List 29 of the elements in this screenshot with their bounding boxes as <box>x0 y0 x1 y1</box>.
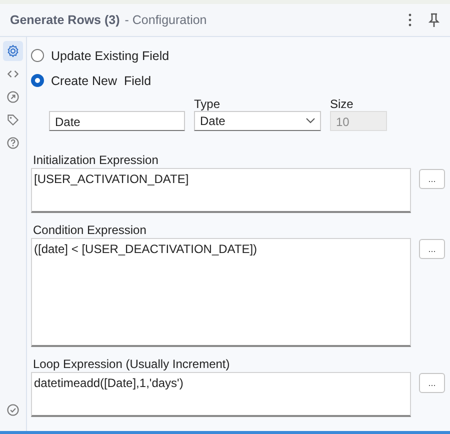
type-dropdown[interactable]: Date <box>194 111 321 131</box>
radio-button[interactable] <box>31 49 44 62</box>
size-input: 10 <box>330 111 387 131</box>
expression-field[interactable]: datetimeadd([Date],1,'days') <box>31 372 411 417</box>
size-label: Size <box>330 97 354 111</box>
expression-field[interactable]: [USER_ACTIVATION_DATE] <box>31 168 411 213</box>
arrow-circle-icon <box>6 90 20 104</box>
expression-editor-button[interactable]: ... <box>419 373 445 393</box>
panel-subtitle: - Configuration <box>124 13 207 27</box>
expression-label: Initialization Expression <box>33 153 160 166</box>
expression-editor-button[interactable]: ... <box>419 239 445 259</box>
radio-button[interactable] <box>31 74 44 87</box>
radio-label: Update Existing Field <box>51 48 170 62</box>
settings-icon <box>6 44 20 58</box>
field-name-input[interactable]: Date <box>49 111 185 131</box>
expression-label: Condition Expression <box>33 223 148 236</box>
expression-label: Loop Expression (Usually Increment) <box>33 357 231 370</box>
chevron-down-icon <box>306 118 315 124</box>
panel-title: Generate Rows (3) <box>10 13 120 27</box>
check-circle-icon <box>6 403 20 417</box>
tag-icon <box>6 113 20 127</box>
radio-label: Create New Field <box>51 74 152 88</box>
type-label: Type <box>194 97 222 111</box>
pin-icon[interactable] <box>428 13 440 27</box>
settings-tab[interactable] <box>3 41 23 61</box>
more-menu-icon[interactable] <box>408 13 412 27</box>
help-icon <box>6 136 20 150</box>
expression-field[interactable]: ([date] < [USER_DEACTIVATION_DATE]) <box>31 238 411 347</box>
expression-editor-button[interactable]: ... <box>419 169 445 189</box>
